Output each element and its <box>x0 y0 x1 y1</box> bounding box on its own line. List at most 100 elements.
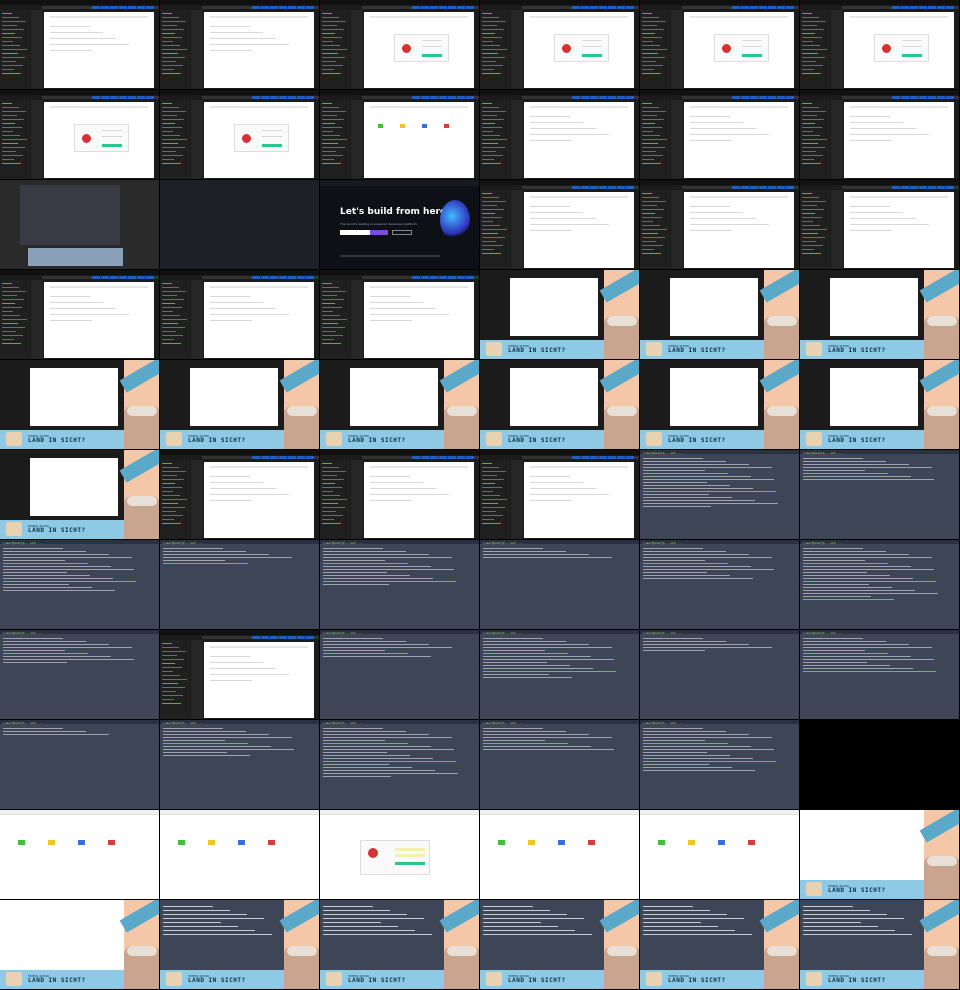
thumbnail-web[interactable] <box>160 810 320 900</box>
ide-tab[interactable] <box>901 186 909 189</box>
ide-tab[interactable] <box>928 96 936 99</box>
ide-tab[interactable] <box>297 96 305 99</box>
thumbnail-overlay-term[interactable]: FRIEDL SHOW LAND IN SICHT? <box>800 900 960 990</box>
ide-tab[interactable] <box>572 6 580 9</box>
thumbnail-term[interactable]: [user@host]$ ~ ssh ... <box>0 720 160 810</box>
thumbnail-term[interactable]: [user@host]$ ~ ssh ... <box>800 630 960 720</box>
thumbnail-term[interactable]: [user@host]$ ~ ssh ... <box>320 630 480 720</box>
ide-tab[interactable] <box>750 6 758 9</box>
thumbnail-ide[interactable] <box>480 450 640 540</box>
ide-tab[interactable] <box>759 96 767 99</box>
thumbnail-ide[interactable] <box>640 180 800 270</box>
thumbnail-term[interactable]: [user@host]$ ~ ssh ... <box>640 720 800 810</box>
ide-tab[interactable] <box>297 6 305 9</box>
thumbnail-term[interactable]: [user@host]$ ~ ssh ... <box>640 630 800 720</box>
ide-tab[interactable] <box>101 96 109 99</box>
ide-tab[interactable] <box>252 6 260 9</box>
ide-tab[interactable] <box>608 96 616 99</box>
ide-tab[interactable] <box>146 276 154 279</box>
ide-tab[interactable] <box>128 276 136 279</box>
ide-tab[interactable] <box>430 276 438 279</box>
copilot-button[interactable] <box>392 230 412 235</box>
ide-tab[interactable] <box>590 6 598 9</box>
ide-tab[interactable] <box>421 96 429 99</box>
ide-tab[interactable] <box>946 6 954 9</box>
ide-tab[interactable] <box>261 6 269 9</box>
ide-tab[interactable] <box>466 456 474 459</box>
ide-tab[interactable] <box>439 456 447 459</box>
ide-tab[interactable] <box>786 186 794 189</box>
ide-tab[interactable] <box>572 186 580 189</box>
thumbnail-web-login[interactable] <box>320 810 480 900</box>
thumbnail-overlay[interactable]: FRIEDL SHOW LAND IN SICHT? <box>320 360 480 450</box>
thumbnail-ide[interactable] <box>320 270 480 360</box>
ide-tab[interactable] <box>430 6 438 9</box>
thumbnail-overlay-term[interactable]: FRIEDL SHOW LAND IN SICHT? <box>480 900 640 990</box>
ide-tab[interactable] <box>928 6 936 9</box>
thumbnail-ide[interactable] <box>800 90 960 180</box>
ide-tab[interactable] <box>599 456 607 459</box>
thumbnail-term[interactable]: [user@host]$ ~ ssh ... <box>0 630 160 720</box>
ide-tab[interactable] <box>306 96 314 99</box>
ide-tab[interactable] <box>946 186 954 189</box>
ide-tab[interactable] <box>412 276 420 279</box>
thumbnail-term[interactable]: [user@host]$ ~ ssh ... <box>640 540 800 630</box>
ide-tab[interactable] <box>288 96 296 99</box>
ide-tab[interactable] <box>448 456 456 459</box>
ide-tab[interactable] <box>306 636 314 639</box>
ide-tab[interactable] <box>732 96 740 99</box>
ide-tab[interactable] <box>110 6 118 9</box>
ide-tab[interactable] <box>101 6 109 9</box>
ide-tab[interactable] <box>297 636 305 639</box>
ide-tab[interactable] <box>581 96 589 99</box>
ide-tab[interactable] <box>901 96 909 99</box>
ide-tab[interactable] <box>110 96 118 99</box>
thumbnail-overlay[interactable]: FRIEDL SHOW LAND IN SICHT? <box>800 270 960 360</box>
ide-tab[interactable] <box>777 186 785 189</box>
ide-tab[interactable] <box>439 96 447 99</box>
ide-tab[interactable] <box>626 6 634 9</box>
thumbnail-ide[interactable] <box>480 180 640 270</box>
ide-tab[interactable] <box>421 456 429 459</box>
thumbnail-overlay[interactable]: FRIEDL SHOW LAND IN SICHT? <box>480 360 640 450</box>
ide-tab[interactable] <box>768 186 776 189</box>
thumbnail-ide[interactable] <box>160 630 320 720</box>
thumbnail-web[interactable] <box>0 810 160 900</box>
ide-tab[interactable] <box>448 96 456 99</box>
thumbnail-blank[interactable] <box>160 180 320 270</box>
thumbnail-term[interactable]: [user@host]$ ~ ssh ... <box>0 540 160 630</box>
ide-tab[interactable] <box>910 186 918 189</box>
ide-tab[interactable] <box>626 96 634 99</box>
thumbnail-overlay[interactable]: FRIEDL SHOW LAND IN SICHT? <box>800 360 960 450</box>
ide-tab[interactable] <box>448 276 456 279</box>
ide-tab[interactable] <box>617 456 625 459</box>
ide-tab[interactable] <box>768 96 776 99</box>
ide-tab[interactable] <box>617 96 625 99</box>
ide-tab[interactable] <box>732 186 740 189</box>
thumbnail-ide[interactable] <box>800 180 960 270</box>
ide-tab[interactable] <box>110 276 118 279</box>
ide-tab[interactable] <box>270 456 278 459</box>
ide-tab[interactable] <box>279 636 287 639</box>
ide-tab[interactable] <box>937 186 945 189</box>
thumbnail-ide-login[interactable] <box>320 0 480 90</box>
ide-tab[interactable] <box>270 276 278 279</box>
ide-tab[interactable] <box>92 276 100 279</box>
ide-tab[interactable] <box>297 456 305 459</box>
thumbnail-term[interactable]: [user@host]$ ~ ssh ... <box>640 450 800 540</box>
ide-tab[interactable] <box>608 6 616 9</box>
ide-tab[interactable] <box>617 6 625 9</box>
ide-tab[interactable] <box>741 186 749 189</box>
ide-tab[interactable] <box>306 456 314 459</box>
thumbnail-web[interactable] <box>640 810 800 900</box>
ide-tab[interactable] <box>288 636 296 639</box>
ide-tab[interactable] <box>137 276 145 279</box>
ide-tab[interactable] <box>457 276 465 279</box>
ide-tab[interactable] <box>910 96 918 99</box>
ide-tab[interactable] <box>786 96 794 99</box>
ide-tab[interactable] <box>421 6 429 9</box>
ide-tab[interactable] <box>919 186 927 189</box>
ide-tab[interactable] <box>750 96 758 99</box>
thumbnail-ide[interactable] <box>0 270 160 360</box>
ide-tab[interactable] <box>572 456 580 459</box>
